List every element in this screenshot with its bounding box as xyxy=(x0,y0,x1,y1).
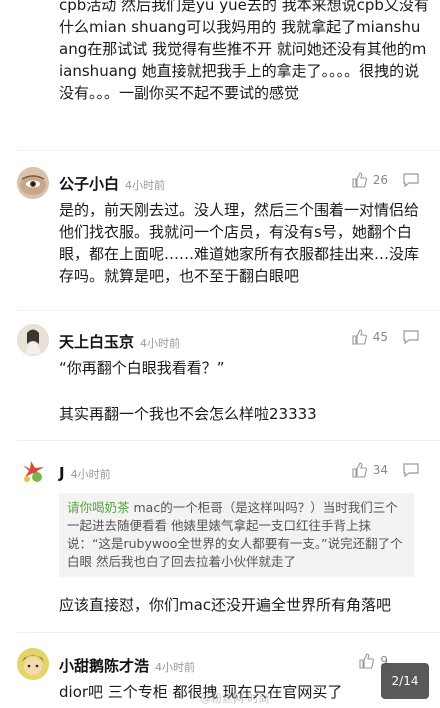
comment-time: 4小时前 xyxy=(140,337,181,350)
comment-author-name[interactable]: 公子小白 4小时前 xyxy=(59,173,165,194)
like-button[interactable]: 34 xyxy=(351,462,388,478)
author-name-text[interactable]: 天上白玉京 xyxy=(59,333,134,351)
like-count: 45 xyxy=(372,330,388,344)
avatar-character-image xyxy=(17,648,49,680)
avatar[interactable] xyxy=(17,167,49,199)
divider xyxy=(17,632,440,633)
avatar[interactable] xyxy=(17,648,49,680)
avatar-face-image xyxy=(17,167,49,199)
reply-comment-icon[interactable] xyxy=(402,461,420,479)
comment-body: 是的，前天刚去过。没人理，然后三个围着一对情侣给他们找衣服。我就问一个店员，有没… xyxy=(59,201,420,285)
thumbs-up-icon xyxy=(352,462,367,478)
reply-comment-icon[interactable] xyxy=(402,171,420,189)
comment-body-line: “你再翻个白眼我看看？” xyxy=(59,359,225,377)
thumbs-up-icon xyxy=(352,172,367,188)
comment-time: 4小时前 xyxy=(125,179,166,192)
comment-body: 应该直接怼，你们mac还没开遍全世界所有角落吧 xyxy=(59,596,392,614)
thumbs-up-icon xyxy=(359,653,375,669)
avatar[interactable] xyxy=(17,457,49,489)
avatar[interactable] xyxy=(17,324,49,356)
like-count: 34 xyxy=(372,463,388,477)
previous-comment-text: cpb活动 然后我们是yu yue去的 我本来想说cpb又没有什么mian sh… xyxy=(59,0,429,102)
author-name-text[interactable]: 公子小白 xyxy=(59,175,119,193)
like-button[interactable]: 45 xyxy=(351,329,388,345)
like-count: 26 xyxy=(372,173,388,187)
comment-author-name[interactable]: 小甜鹅陈才浩 4小时前 xyxy=(59,655,195,676)
divider xyxy=(17,440,440,441)
quoted-reply: 请你喝奶茶 mac的一个柜哥（是这样叫吗？）当时我们三个一起进去随便看看 他婊里… xyxy=(59,493,414,577)
divider xyxy=(17,310,440,311)
reply-comment-icon[interactable] xyxy=(402,328,420,346)
comment-author-name[interactable]: 天上白玉京 4小时前 xyxy=(59,331,180,352)
thumbs-up-icon xyxy=(352,329,367,345)
page-indicator: 2/14 xyxy=(381,663,429,699)
author-name-text[interactable]: J xyxy=(59,464,65,482)
watermark: @粉丝网·时尚 xyxy=(200,692,270,705)
comment-body-line: 其实再翻一个我也不会怎么样啦23333 xyxy=(59,405,317,423)
avatar-figure-image xyxy=(17,324,49,356)
divider xyxy=(17,150,440,151)
avatar-cartoon-image xyxy=(17,457,49,489)
comment-time: 4小时前 xyxy=(155,661,196,674)
quoted-author-link[interactable]: 请你喝奶茶 xyxy=(67,500,130,515)
author-name-text[interactable]: 小甜鹅陈才浩 xyxy=(59,657,149,675)
comment-time: 4小时前 xyxy=(70,468,111,481)
comment-author-name[interactable]: J 4小时前 xyxy=(59,464,111,482)
like-button[interactable]: 26 xyxy=(351,172,388,188)
